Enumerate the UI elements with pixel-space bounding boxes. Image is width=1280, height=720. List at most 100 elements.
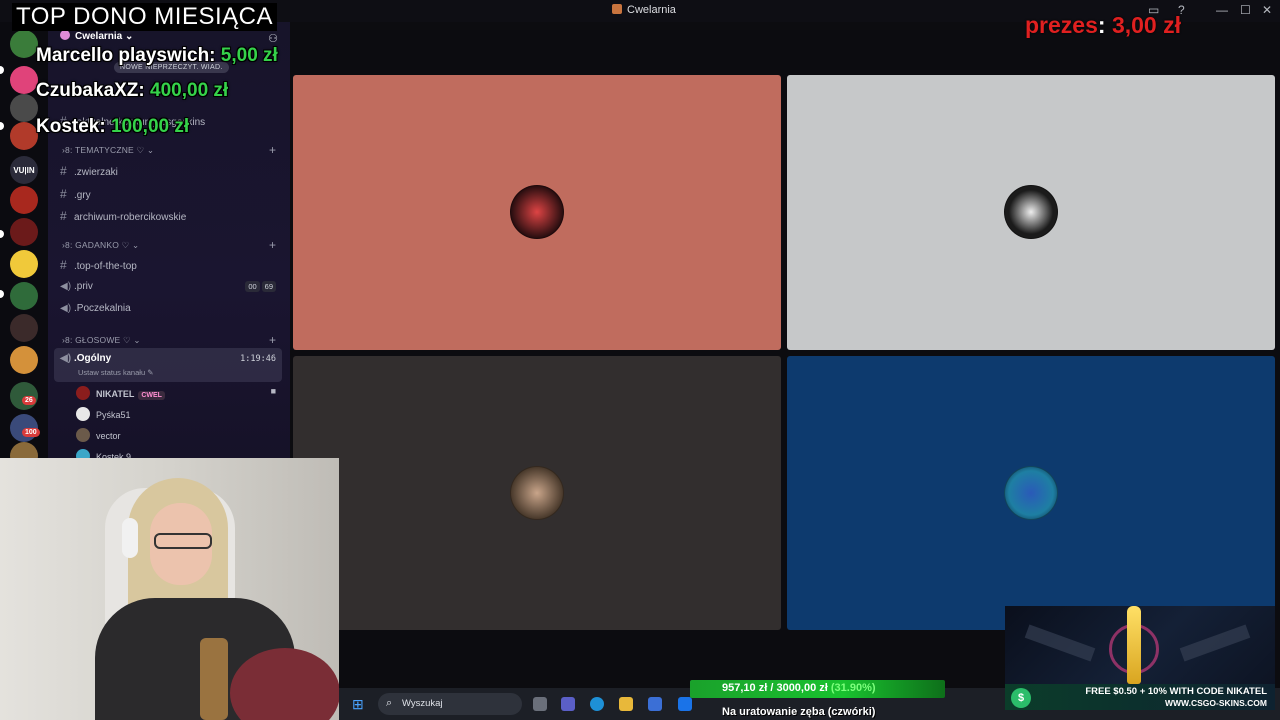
window-title: Cwelarnia xyxy=(612,4,676,16)
minimize-button[interactable]: — xyxy=(1216,3,1228,17)
server-icon[interactable] xyxy=(10,346,38,374)
server-icon[interactable] xyxy=(10,30,38,58)
channel-name: .Poczekalnia xyxy=(74,303,131,314)
search-placeholder: Wyszukaj xyxy=(402,698,443,709)
glasses xyxy=(154,533,212,549)
video-tile[interactable] xyxy=(787,356,1275,630)
headphones xyxy=(122,518,138,558)
video-tile[interactable] xyxy=(293,75,781,350)
server-icon[interactable] xyxy=(10,250,38,278)
donor-name: CzubakaXZ: xyxy=(36,80,145,101)
server-icon[interactable] xyxy=(10,314,38,342)
file-explorer-icon[interactable] xyxy=(619,697,633,711)
bottle xyxy=(200,638,228,720)
voice-user[interactable]: Pyśka51 xyxy=(76,407,131,421)
category-header[interactable]: ›8: GADANKO ♡ ⌄ xyxy=(62,240,139,251)
store-icon[interactable] xyxy=(648,697,662,711)
window-title-text: Cwelarnia xyxy=(627,4,676,16)
server-icon[interactable] xyxy=(10,218,38,246)
sponsor-offer: FREE $0.50 + 10% WITH CODE NIKATEL xyxy=(1085,686,1267,697)
avatar xyxy=(510,466,564,520)
channel-item[interactable]: # .zwierzaki xyxy=(60,164,118,178)
sponsor-url: WWW.CSGO-SKINS.COM xyxy=(1165,698,1267,708)
hash-icon: # xyxy=(60,164,67,178)
latest-donor: prezes: 3,00 zł xyxy=(1025,12,1181,39)
latest-donor-amount: 3,00 zł xyxy=(1111,12,1181,38)
dollar-coin-icon: $ xyxy=(1011,688,1031,708)
unread-pip xyxy=(0,230,4,238)
goal-percent: (31.90%) xyxy=(830,682,876,694)
hash-icon: # xyxy=(60,209,67,223)
server-icon[interactable] xyxy=(10,66,38,94)
hash-icon: # xyxy=(60,187,67,201)
channel-item[interactable]: ◀) .Poczekalnia xyxy=(60,303,131,314)
channel-name: .zwierzaki xyxy=(74,167,118,178)
donor-name: Marcello playswich: xyxy=(36,45,216,66)
channel-name: .priv xyxy=(74,281,93,292)
channel-item[interactable]: # .gry xyxy=(60,187,91,201)
voice-timer: 1:19:46 xyxy=(240,354,276,364)
voice-user[interactable]: vector xyxy=(76,428,121,442)
sponsor-banner: $ FREE $0.50 + 10% WITH CODE NIKATEL WWW… xyxy=(1005,606,1275,710)
category-header[interactable]: ›8: TEMATYCZNE ♡ ⌄ xyxy=(62,145,154,156)
server-icon[interactable] xyxy=(10,186,38,214)
server-icon[interactable]: VU|IN xyxy=(10,156,38,184)
screen: Cwelarnia ▭ ? — ☐ ✕ VU|IN 26 100 Cwelarn… xyxy=(0,0,1280,720)
donor-amount: 400,00 zł xyxy=(150,80,229,101)
count-badge: 00 xyxy=(245,281,260,292)
windows-start-icon[interactable]: ⊞ xyxy=(352,696,364,713)
speaker-icon: ◀) xyxy=(60,281,72,292)
category-name: GŁOSOWE xyxy=(75,335,121,345)
task-view-icon[interactable] xyxy=(533,697,547,711)
latest-donor-colon: : xyxy=(1097,12,1106,38)
user-name: NIKATEL xyxy=(96,389,135,399)
video-tile[interactable] xyxy=(293,356,781,630)
server-icon[interactable] xyxy=(10,282,38,310)
donor-amount: 5,00 zł xyxy=(220,45,278,66)
search-icon: ⌕ xyxy=(386,697,393,709)
avatar xyxy=(510,185,564,239)
channel-item[interactable]: ◀) .priv xyxy=(60,281,93,292)
channel-status[interactable]: Ustaw status kanału ✎ xyxy=(78,368,154,377)
channel-item[interactable]: # archiwum-robercikowskie xyxy=(60,209,186,223)
unread-pip xyxy=(0,66,4,74)
server-icon[interactable] xyxy=(10,94,38,122)
server-name: Cwelarnia xyxy=(75,31,123,42)
hash-icon: # xyxy=(60,258,67,272)
add-channel-icon[interactable]: + xyxy=(269,333,276,347)
voice-user[interactable]: NIKATEL CWEL xyxy=(76,386,165,400)
channel-name: archiwum-robercikowskie xyxy=(74,212,187,223)
camera-icon: ■ xyxy=(270,386,276,396)
add-channel-icon[interactable]: + xyxy=(269,238,276,252)
category-name: TEMATYCZNE xyxy=(74,145,134,155)
video-tile[interactable] xyxy=(787,75,1275,350)
channel-item[interactable]: # .top-of-the-top xyxy=(60,258,137,272)
maximize-button[interactable]: ☐ xyxy=(1240,3,1251,17)
server-avatar xyxy=(60,30,70,40)
server-header[interactable]: Cwelarnia ⌄ xyxy=(60,30,133,42)
goal-separator: / xyxy=(770,682,774,694)
mail-icon[interactable] xyxy=(678,697,692,711)
top-donors-title: TOP DONO MIESIĄCA xyxy=(12,3,277,31)
channel-name: .Ogólny xyxy=(74,353,112,364)
close-button[interactable]: ✕ xyxy=(1262,3,1272,17)
avatar xyxy=(76,428,90,442)
count-badge: 69 xyxy=(261,281,276,292)
category-header[interactable]: ›8: GŁOSOWE ♡ ⌄ xyxy=(62,335,141,346)
add-channel-icon[interactable]: + xyxy=(269,143,276,157)
server-icon[interactable] xyxy=(10,122,38,150)
donor-name: Kostek: xyxy=(36,116,106,137)
channel-counts: 00 69 xyxy=(243,281,276,292)
knife-image xyxy=(1127,606,1141,684)
unread-badge: 100 xyxy=(22,428,40,437)
user-name: Pyśka51 xyxy=(96,410,131,420)
donation-goal-text: 957,10 zł / 3000,00 zł (31.90%) xyxy=(722,682,876,694)
add-member-icon[interactable]: ⚇ xyxy=(268,32,278,45)
avatar xyxy=(76,386,90,400)
channel-name: .top-of-the-top xyxy=(74,261,137,272)
channel-item[interactable]: ◀) .Ogólny xyxy=(60,353,111,364)
edge-icon[interactable] xyxy=(590,697,604,711)
taskbar-search[interactable]: ⌕ Wyszukaj xyxy=(378,693,522,715)
teams-icon[interactable] xyxy=(561,697,575,711)
rifle-image xyxy=(1179,624,1251,662)
